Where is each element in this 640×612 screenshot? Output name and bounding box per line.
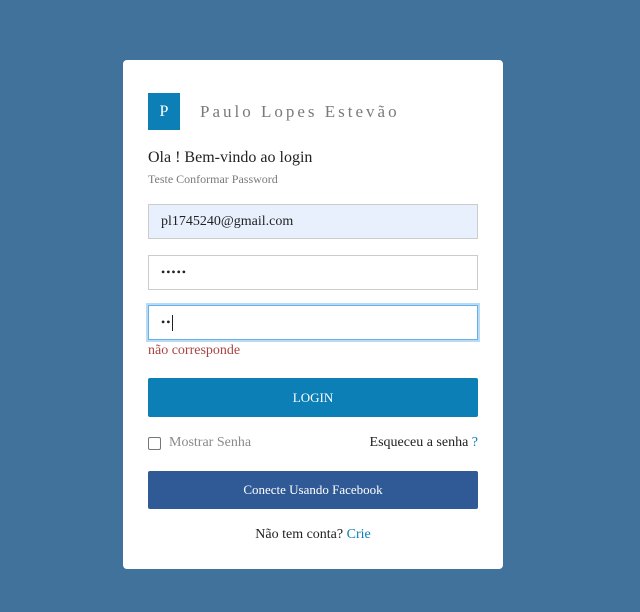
email-field[interactable]: pl1745240@gmail.com	[148, 204, 478, 239]
password-mismatch-error: não corresponde	[148, 343, 241, 358]
login-button-label: LOGIN	[292, 389, 334, 405]
brand-header: P Paulo Lopes Estevão	[148, 93, 400, 130]
signup-link[interactable]: Crie	[347, 527, 371, 542]
forgot-password-label: Esqueceu a senha	[369, 435, 469, 450]
login-button[interactable]: LOGIN	[148, 378, 478, 417]
confirm-password-field[interactable]: ••	[148, 305, 478, 340]
login-card: P Paulo Lopes Estevão Ola ! Bem-vindo ao…	[123, 60, 503, 569]
brand-name: Paulo Lopes Estevão	[200, 101, 400, 121]
confirm-password-masked-value: ••	[161, 315, 172, 329]
brand-logo-letter: P	[159, 102, 169, 120]
password-masked-value: •••••	[161, 265, 188, 279]
text-caret	[172, 314, 174, 331]
brand-logo: P	[148, 93, 180, 130]
show-password-toggle[interactable]: Mostrar Senha	[148, 435, 251, 451]
forgot-password-question-mark: ?	[471, 435, 478, 450]
show-password-label: Mostrar Senha	[169, 435, 252, 450]
signup-prompt: Não tem conta?	[255, 527, 344, 542]
signup-row: Não tem conta? Crie	[123, 527, 503, 543]
email-value: pl1745240@gmail.com	[161, 213, 294, 229]
forgot-password-link[interactable]: Esqueceu a senha ?	[370, 435, 478, 451]
facebook-button-label: Conecte Usando Facebook	[243, 482, 383, 497]
show-password-checkbox[interactable]	[148, 436, 161, 450]
facebook-login-button[interactable]: Conecte Usando Facebook	[148, 471, 478, 509]
welcome-subtitle: Teste Conformar Password	[148, 172, 278, 186]
options-row: Mostrar Senha Esqueceu a senha ?	[148, 435, 478, 451]
password-field[interactable]: •••••	[148, 255, 478, 290]
welcome-heading: Ola ! Bem-vindo ao login	[148, 149, 313, 166]
